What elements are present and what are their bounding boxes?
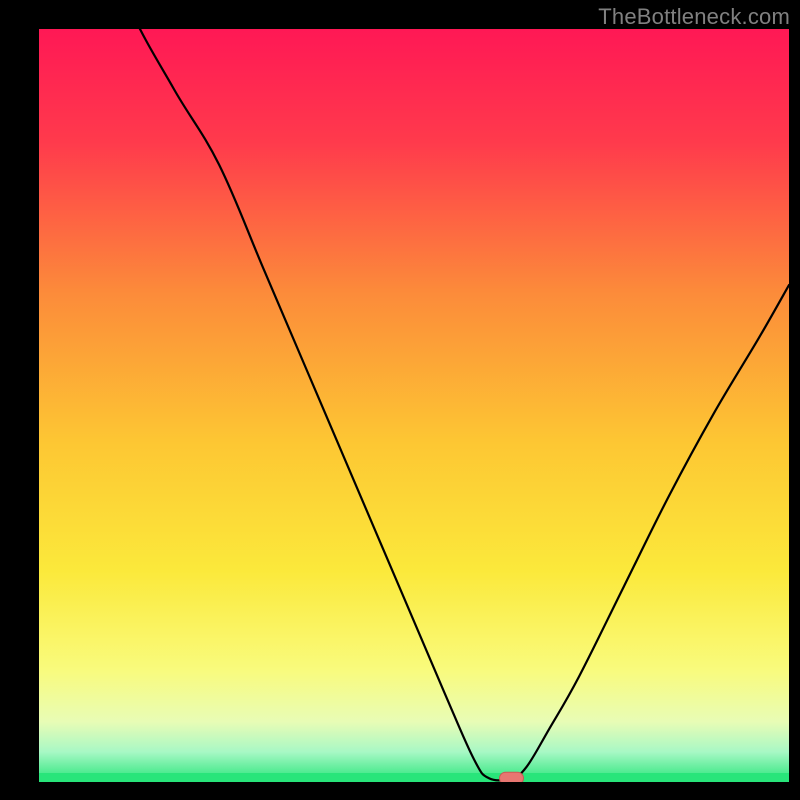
chart-frame: TheBottleneck.com [0, 0, 800, 800]
watermark-text: TheBottleneck.com [598, 4, 790, 30]
green-baseline-band [39, 773, 789, 782]
bottleneck-chart-svg [39, 29, 789, 782]
plot-area [39, 29, 789, 782]
gradient-background [39, 29, 789, 782]
optimal-point-marker [500, 772, 524, 782]
